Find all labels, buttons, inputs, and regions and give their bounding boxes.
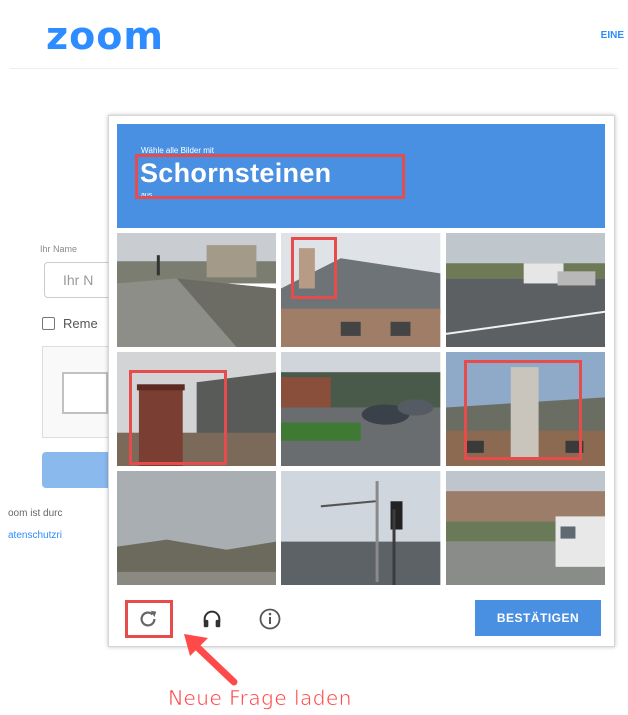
zoom-logo: zoom — [46, 14, 164, 58]
captcha-tile-1[interactable] — [117, 233, 277, 347]
captcha-dialog: Wähle alle Bilder mit Schornsteinen aus — [108, 115, 615, 647]
annotation-label: Neue Frage laden — [168, 686, 352, 711]
remember-label: Reme — [63, 316, 98, 331]
reload-highlight-box — [125, 600, 173, 638]
remember-checkbox[interactable] — [42, 317, 55, 330]
captcha-tile-5[interactable] — [281, 352, 441, 466]
image-grid — [117, 233, 605, 585]
info-icon[interactable] — [255, 604, 285, 634]
privacy-link[interactable]: atenschutzri — [8, 530, 62, 541]
top-nav-link[interactable]: EINE — [601, 30, 624, 41]
captcha-tile-6[interactable] — [445, 352, 605, 466]
captcha-tile-7[interactable] — [117, 471, 277, 585]
captcha-tile-9[interactable] — [445, 471, 605, 585]
header-divider — [10, 68, 618, 69]
target-highlight-box — [135, 154, 405, 199]
chimney-highlight — [463, 360, 582, 460]
footer-text: oom ist durc — [8, 508, 63, 519]
recaptcha-checkbox[interactable] — [62, 372, 108, 414]
captcha-header: Wähle alle Bilder mit Schornsteinen aus — [117, 124, 605, 228]
chimney-highlight — [291, 237, 338, 299]
name-label: Ihr Name — [40, 244, 78, 254]
captcha-tile-2[interactable] — [281, 233, 441, 347]
verify-button[interactable]: BESTÄTIGEN — [475, 600, 601, 636]
captcha-tile-3[interactable] — [445, 233, 605, 347]
captcha-tile-4[interactable] — [117, 352, 277, 466]
captcha-tile-8[interactable] — [281, 471, 441, 585]
remember-row[interactable]: Reme — [42, 316, 98, 331]
chimney-highlight — [129, 370, 227, 465]
arrow-icon — [184, 634, 238, 686]
